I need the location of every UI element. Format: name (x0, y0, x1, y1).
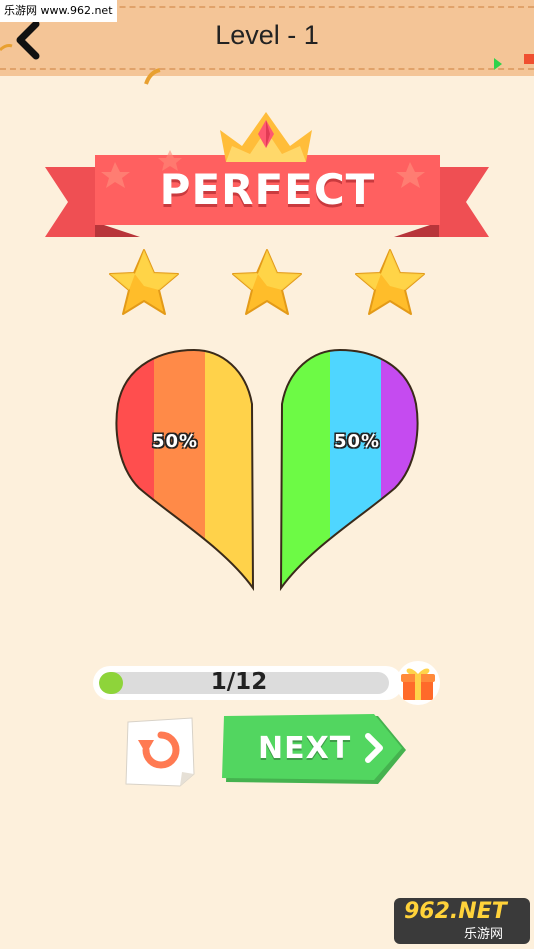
heart-right-half (279, 348, 419, 592)
right-percent-label: 50% (334, 431, 381, 452)
site-logo: 962.NET 乐游网 (394, 898, 530, 944)
restart-button[interactable] (124, 716, 198, 788)
star-rating (109, 249, 425, 315)
gift-icon[interactable] (395, 660, 441, 706)
crown-icon (220, 112, 312, 162)
next-label: NEXT (258, 731, 352, 766)
star-icon (355, 249, 425, 315)
star-icon (109, 249, 179, 315)
logo-sub-text: 乐游网 (464, 927, 504, 942)
perfect-banner-text: PERFECT (159, 165, 376, 214)
star-icon (232, 249, 302, 315)
heart-left-half (115, 348, 255, 592)
left-percent-label: 50% (152, 431, 199, 452)
top-bar: 乐游网 www.962.net Level - 1 (0, 0, 534, 85)
watermark: 乐游网 www.962.net (0, 0, 117, 22)
level-progress-bar: 1/12 (93, 666, 403, 700)
logo-main-text: 962.NET (404, 899, 507, 924)
progress-label: 1/12 (210, 669, 268, 695)
